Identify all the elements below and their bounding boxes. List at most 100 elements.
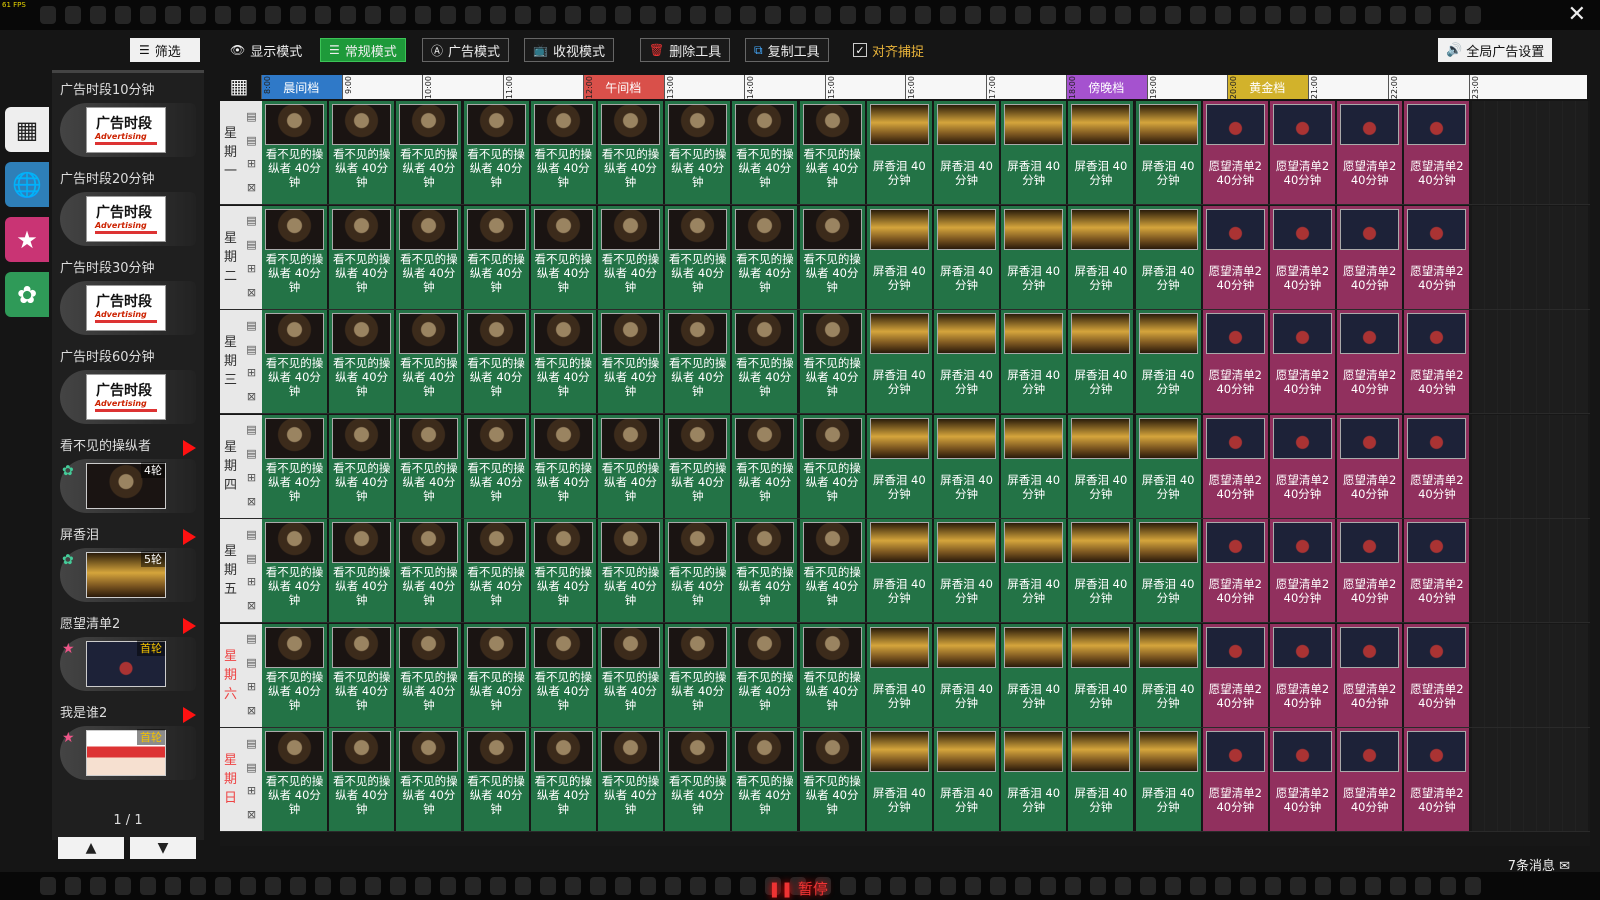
add-list-icon[interactable]: ▤ — [246, 761, 256, 774]
program-block[interactable]: 看不见的操纵者 40分钟 — [463, 414, 530, 518]
program-block[interactable]: 屏香泪 40分钟 — [1068, 101, 1135, 204]
add-icon[interactable]: ⊞ — [247, 680, 256, 693]
program-block[interactable]: 看不见的操纵者 40分钟 — [396, 414, 463, 518]
ad-mode-button[interactable]: Ⓐ 广告模式 — [422, 38, 510, 62]
list-icon[interactable]: ▤ — [246, 110, 256, 123]
program-block[interactable]: 屏香泪 40分钟 — [1135, 414, 1202, 518]
program-block[interactable]: 愿望清单2 40分钟 — [1404, 623, 1471, 727]
program-block[interactable]: 愿望清单2 40分钟 — [1202, 101, 1269, 204]
global-ad-settings-button[interactable]: 🔊 全局广告设置 — [1438, 38, 1553, 62]
snap-toggle[interactable]: ✓ 对齐捕捉 — [845, 38, 932, 62]
add-icon[interactable]: ⊞ — [247, 262, 256, 275]
program-block[interactable]: 愿望清单2 40分钟 — [1404, 728, 1471, 831]
program-block[interactable]: 屏香泪 40分钟 — [1068, 519, 1135, 622]
program-block[interactable]: 屏香泪 40分钟 — [1068, 310, 1135, 413]
program-block[interactable]: 屏香泪 40分钟 — [866, 728, 933, 831]
program-block[interactable]: 屏香泪 40分钟 — [934, 101, 1000, 204]
program-block[interactable]: 看不见的操纵者 40分钟 — [732, 205, 799, 309]
program-block[interactable]: 愿望清单2 40分钟 — [1404, 414, 1471, 518]
page-down-button[interactable]: ▼ — [130, 837, 196, 859]
program-block[interactable]: 看不见的操纵者 40分钟 — [262, 519, 328, 622]
program-block[interactable]: 愿望清单2 40分钟 — [1337, 205, 1404, 309]
program-block[interactable]: 看不见的操纵者 40分钟 — [598, 205, 664, 309]
program-block[interactable]: 看不见的操纵者 40分钟 — [463, 101, 530, 204]
program-block[interactable]: 愿望清单2 40分钟 — [1270, 414, 1336, 518]
program-block[interactable]: 看不见的操纵者 40分钟 — [463, 728, 530, 831]
program-block[interactable]: 看不见的操纵者 40分钟 — [396, 728, 463, 831]
add-list-icon[interactable]: ▤ — [246, 239, 256, 251]
program-block[interactable]: 愿望清单2 40分钟 — [1404, 519, 1471, 622]
program-block[interactable]: 看不见的操纵者 40分钟 — [463, 623, 530, 727]
play-icon[interactable] — [183, 618, 196, 634]
filter-button[interactable]: ☰ 筛选 — [130, 38, 200, 62]
program-block[interactable]: 看不见的操纵者 40分钟 — [665, 101, 732, 204]
tab-star[interactable]: ★ — [5, 217, 49, 262]
copy-tool-button[interactable]: ⧉ 复制工具 — [745, 38, 829, 62]
library-item[interactable]: 广告时段30分钟 广告时段 Advertising — [60, 259, 196, 342]
messages-indicator[interactable]: 7条消息 ✉ — [1508, 855, 1570, 874]
program-block[interactable]: 看不见的操纵者 40分钟 — [463, 310, 530, 413]
add-icon[interactable]: ⊞ — [247, 471, 256, 484]
program-block[interactable]: 屏香泪 40分钟 — [1135, 205, 1202, 309]
program-block[interactable]: 看不见的操纵者 40分钟 — [463, 205, 530, 309]
page-up-button[interactable]: ▲ — [58, 837, 124, 859]
program-block[interactable]: 屏香泪 40分钟 — [934, 205, 1000, 309]
add-icon[interactable]: ⊞ — [247, 367, 256, 379]
program-block[interactable]: 看不见的操纵者 40分钟 — [262, 310, 328, 413]
program-block[interactable]: 愿望清单2 40分钟 — [1337, 414, 1404, 518]
program-block[interactable]: 屏香泪 40分钟 — [1068, 623, 1135, 727]
program-block[interactable]: 屏香泪 40分钟 — [866, 310, 933, 413]
program-block[interactable]: 屏香泪 40分钟 — [1135, 728, 1202, 831]
program-block[interactable]: 屏香泪 40分钟 — [1001, 623, 1068, 727]
program-block[interactable]: 看不见的操纵者 40分钟 — [732, 519, 799, 622]
program-block[interactable]: 愿望清单2 40分钟 — [1270, 728, 1336, 831]
tab-all[interactable]: ▦ — [5, 107, 49, 152]
program-block[interactable]: 看不见的操纵者 40分钟 — [396, 519, 463, 622]
program-block[interactable]: 愿望清单2 40分钟 — [1270, 519, 1336, 622]
program-block[interactable]: 看不见的操纵者 40分钟 — [530, 623, 597, 727]
library-item[interactable]: 看不见的操纵者 4轮 ✿ — [60, 437, 196, 520]
program-block[interactable]: 看不见的操纵者 40分钟 — [262, 101, 328, 204]
program-block[interactable]: 看不见的操纵者 40分钟 — [530, 205, 597, 309]
add-list-icon[interactable]: ▤ — [246, 343, 256, 356]
program-block[interactable]: 看不见的操纵者 40分钟 — [329, 101, 396, 204]
program-block[interactable]: 屏香泪 40分钟 — [934, 310, 1000, 413]
program-block[interactable]: 看不见的操纵者 40分钟 — [799, 623, 866, 727]
library-item[interactable]: 广告时段60分钟 广告时段 Advertising — [60, 348, 196, 431]
program-block[interactable]: 看不见的操纵者 40分钟 — [329, 310, 396, 413]
add-icon[interactable]: ⊞ — [247, 158, 256, 170]
clear-icon[interactable]: ⊠ — [247, 704, 256, 717]
program-block[interactable]: 愿望清单2 40分钟 — [1337, 623, 1404, 727]
program-block[interactable]: 愿望清单2 40分钟 — [1337, 101, 1404, 204]
program-block[interactable]: 看不见的操纵者 40分钟 — [665, 414, 732, 518]
program-block[interactable]: 愿望清单2 40分钟 — [1202, 310, 1269, 413]
program-block[interactable]: 愿望清单2 40分钟 — [1404, 101, 1471, 204]
program-block[interactable]: 看不见的操纵者 40分钟 — [262, 728, 328, 831]
program-block[interactable]: 看不见的操纵者 40分钟 — [598, 310, 664, 413]
program-block[interactable]: 愿望清单2 40分钟 — [1202, 519, 1269, 622]
program-block[interactable]: 看不见的操纵者 40分钟 — [799, 205, 866, 309]
clear-icon[interactable]: ⊠ — [247, 286, 256, 299]
clear-icon[interactable]: ⊠ — [247, 391, 256, 403]
program-block[interactable]: 屏香泪 40分钟 — [866, 519, 933, 622]
program-block[interactable]: 屏香泪 40分钟 — [866, 101, 933, 204]
program-block[interactable]: 看不见的操纵者 40分钟 — [530, 519, 597, 622]
program-block[interactable]: 愿望清单2 40分钟 — [1270, 101, 1336, 204]
program-block[interactable]: 看不见的操纵者 40分钟 — [530, 310, 597, 413]
program-block[interactable]: 愿望清单2 40分钟 — [1270, 623, 1336, 727]
close-button[interactable]: ✕ — [1568, 4, 1586, 26]
program-block[interactable]: 看不见的操纵者 40分钟 — [396, 205, 463, 309]
play-icon[interactable] — [183, 529, 196, 545]
program-block[interactable]: 看不见的操纵者 40分钟 — [262, 414, 328, 518]
library-item[interactable]: 我是谁2 首轮 ★ — [60, 704, 196, 787]
program-block[interactable]: 屏香泪 40分钟 — [1068, 728, 1135, 831]
program-block[interactable]: 看不见的操纵者 40分钟 — [598, 728, 664, 831]
library-item[interactable]: 广告时段20分钟 广告时段 Advertising — [60, 170, 196, 253]
program-block[interactable]: 看不见的操纵者 40分钟 — [530, 101, 597, 204]
rating-mode-button[interactable]: 📺 收视模式 — [524, 38, 614, 62]
program-block[interactable]: 屏香泪 40分钟 — [1135, 310, 1202, 413]
program-block[interactable]: 看不见的操纵者 40分钟 — [329, 205, 396, 309]
add-list-icon[interactable]: ▤ — [246, 552, 256, 565]
library-item[interactable]: 广告时段10分钟 广告时段 Advertising — [60, 81, 196, 164]
program-block[interactable]: 屏香泪 40分钟 — [1135, 101, 1202, 204]
